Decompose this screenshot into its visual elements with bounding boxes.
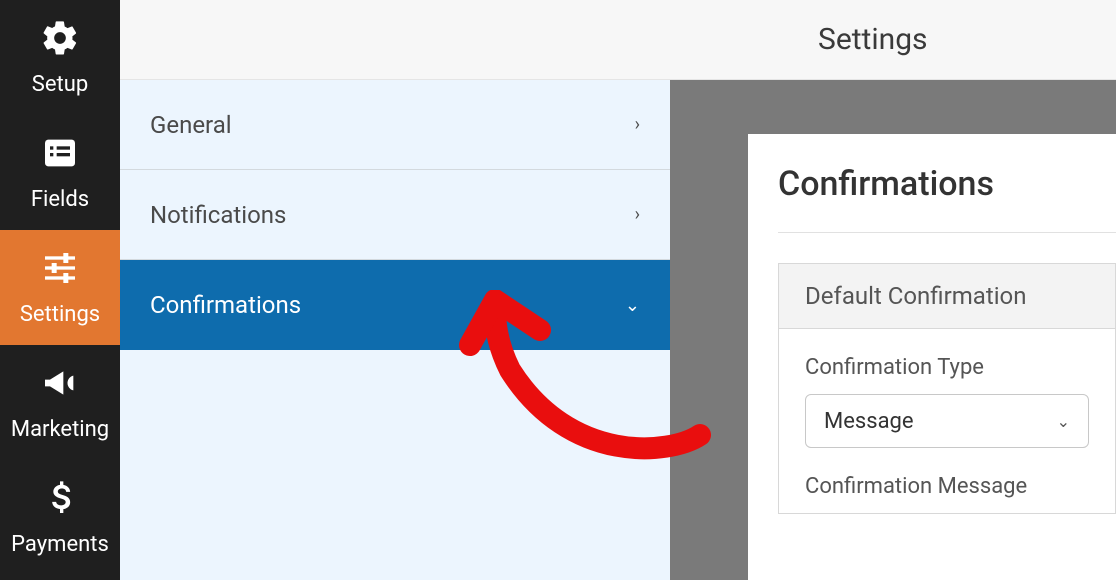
content-area: Settings Confirmations Default Confirmat…	[670, 0, 1116, 580]
sidebar-item-label: Setup	[32, 72, 88, 97]
sidebar-item-fields[interactable]: Fields	[0, 115, 120, 230]
dollar-icon	[40, 478, 80, 524]
sidebar-item-label: Fields	[31, 187, 89, 212]
field-label: Confirmation Type	[805, 355, 1089, 380]
sidebar-item-label: Settings	[20, 302, 100, 327]
sidebar-item-label: Payments	[11, 532, 109, 557]
panel-title: Confirmations	[778, 164, 1116, 204]
chevron-down-icon: ⌄	[1057, 412, 1070, 431]
settings-item-general[interactable]: General ›	[120, 80, 670, 170]
page-header: Settings	[670, 0, 1116, 80]
content-wrap: Confirmations Default Confirmation Confi…	[670, 80, 1116, 580]
divider	[778, 232, 1116, 233]
gear-icon	[40, 18, 80, 64]
sidebar-item-payments[interactable]: Payments	[0, 460, 120, 575]
settings-item-label: Confirmations	[150, 291, 301, 319]
settings-item-confirmations[interactable]: Confirmations ⌄	[120, 260, 670, 350]
sliders-icon	[40, 248, 80, 294]
field-confirmation-message: Confirmation Message	[779, 448, 1115, 499]
confirmations-panel: Confirmations Default Confirmation Confi…	[748, 134, 1116, 580]
confirmation-type-select[interactable]: Message ⌄	[805, 394, 1089, 448]
sidebar-item-marketing[interactable]: Marketing	[0, 345, 120, 460]
subnav-topbar	[120, 0, 670, 80]
settings-list: General › Notifications › Confirmations …	[120, 80, 670, 580]
confirmation-card: Default Confirmation Confirmation Type M…	[778, 263, 1116, 514]
settings-item-label: General	[150, 111, 232, 139]
page-title: Settings	[818, 22, 928, 57]
list-icon	[40, 133, 80, 179]
settings-item-notifications[interactable]: Notifications ›	[120, 170, 670, 260]
chevron-right-icon: ›	[635, 114, 640, 135]
main-sidebar: Setup Fields Settings Marketing Payments	[0, 0, 120, 580]
field-label: Confirmation Message	[805, 474, 1089, 499]
field-confirmation-type: Confirmation Type Message ⌄	[779, 329, 1115, 448]
chevron-down-icon: ⌄	[625, 295, 640, 316]
settings-item-label: Notifications	[150, 201, 286, 229]
select-value: Message	[824, 409, 914, 434]
sidebar-item-settings[interactable]: Settings	[0, 230, 120, 345]
megaphone-icon	[40, 363, 80, 409]
sidebar-item-label: Marketing	[11, 417, 109, 442]
chevron-right-icon: ›	[635, 204, 640, 225]
sidebar-item-setup[interactable]: Setup	[0, 0, 120, 115]
card-header: Default Confirmation	[779, 264, 1115, 329]
settings-subnav: General › Notifications › Confirmations …	[120, 0, 670, 580]
